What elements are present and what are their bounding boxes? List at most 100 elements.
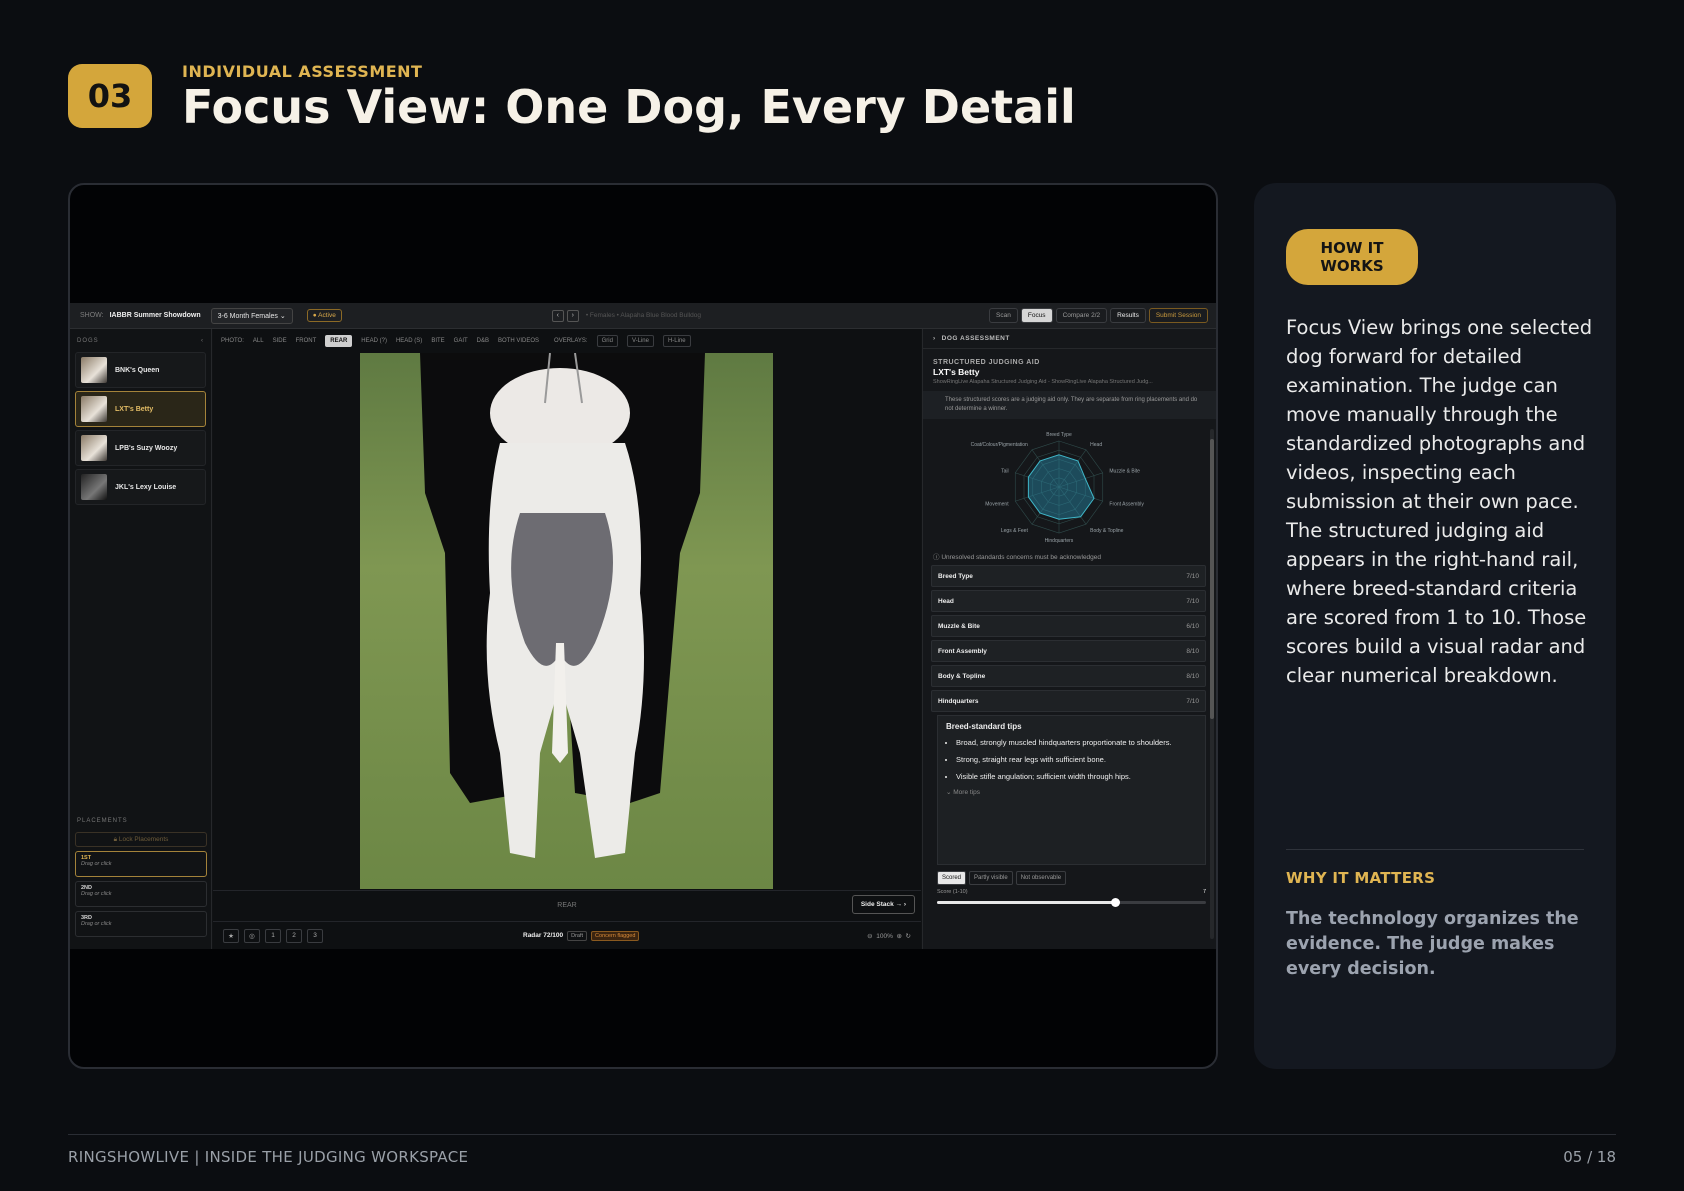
- radar-label: Muzzle & Bite: [1109, 469, 1140, 475]
- dog-item[interactable]: BNK's Queen: [75, 352, 206, 388]
- app-topbar: SHOW: IABBR Summer Showdown 3-6 Month Fe…: [70, 303, 1216, 329]
- lock-placements-button[interactable]: 🔒︎ Lock Placements: [75, 832, 207, 847]
- placement-slot-1st[interactable]: 1ST Drag or click: [75, 851, 207, 877]
- scrollbar-thumb[interactable]: [1210, 439, 1214, 719]
- tab-front[interactable]: FRONT: [296, 338, 317, 344]
- dog-name: BNK's Queen: [115, 366, 160, 374]
- rail-scrollbar[interactable]: [1210, 429, 1214, 939]
- zoom-in-icon[interactable]: ⊕: [896, 933, 901, 940]
- placement-slot-2nd[interactable]: 2ND Drag or click: [75, 881, 207, 907]
- overlay-hline[interactable]: H-Line: [662, 335, 691, 347]
- slide-title: Focus View: One Dog, Every Detail: [182, 80, 1076, 134]
- zoom-controls: ⊖ 100% ⊕ ↻: [867, 932, 911, 940]
- breadcrumb: • Females • Alapaha Blue Blood Bulldog: [585, 312, 701, 319]
- mode-compare[interactable]: Compare 2/2: [1055, 308, 1108, 323]
- criterion-name: Breed Type: [938, 572, 973, 580]
- option-not-observable[interactable]: Not observable: [1015, 871, 1067, 885]
- submit-session-button[interactable]: Submit Session: [1148, 308, 1208, 323]
- tab-rear[interactable]: REAR: [325, 335, 353, 347]
- unresolved-text: Unresolved standards concerns must be ac…: [941, 554, 1102, 561]
- dog-name: LPB's Suzy Woozy: [115, 444, 178, 452]
- lock-label: Lock Placements: [118, 836, 169, 843]
- radar-chart: Breed Type Head Muzzle & Bite Front Assembl…: [923, 419, 1216, 549]
- criterion-name: Body & Topline: [938, 672, 986, 680]
- screenshot-frame: SHOW: IABBR Summer Showdown 3-6 Month Fe…: [68, 183, 1218, 1069]
- criterion-muzzle-bite[interactable]: Muzzle & Bite 6/10: [931, 615, 1206, 637]
- tip-item: Broad, strongly muscled hindquarters pro…: [956, 737, 1197, 748]
- section-number-badge: 03: [68, 64, 152, 128]
- info-icon: ⓘ: [933, 554, 940, 561]
- criterion-hindquarters[interactable]: Hindquarters 7/10: [931, 690, 1206, 712]
- class-select[interactable]: 3-6 Month Females ⌄: [210, 307, 293, 324]
- side-stack-button[interactable]: Side Stack → ›: [851, 895, 915, 914]
- how-it-works-badge: HOW IT WORKS: [1286, 229, 1418, 285]
- score-value: 7: [1202, 889, 1206, 895]
- mode-scan[interactable]: Scan: [989, 308, 1018, 323]
- tips-title: Breed-standard tips: [946, 722, 1022, 731]
- tab-bite[interactable]: BITE: [431, 338, 444, 344]
- mode-focus[interactable]: Focus: [1020, 308, 1053, 323]
- score-label: Score (1-10): [937, 889, 968, 895]
- chevron-right-icon[interactable]: ›: [933, 335, 936, 342]
- draft-badge: Draft: [567, 930, 588, 941]
- criterion-breed-type[interactable]: Breed Type 7/10: [931, 565, 1206, 587]
- slider-handle[interactable]: [1110, 898, 1120, 907]
- tab-head-2[interactable]: HEAD (S): [396, 338, 422, 344]
- criterion-body-topline[interactable]: Body & Topline 8/10: [931, 665, 1206, 687]
- quick-place-1-button[interactable]: 1: [265, 928, 281, 943]
- criterion-front-assembly[interactable]: Front Assembly 8/10: [931, 640, 1206, 662]
- dog-rear-photo[interactable]: [360, 353, 773, 889]
- criterion-name: Head: [938, 597, 954, 605]
- explanation-panel: HOW IT WORKS Focus View brings one selec…: [1254, 183, 1616, 1069]
- tab-side[interactable]: SIDE: [273, 338, 287, 344]
- radar-score-polygon: [1027, 454, 1095, 520]
- radar-score: Radar 72/100: [523, 932, 564, 939]
- section-eyebrow: INDIVIDUAL ASSESSMENT: [182, 62, 423, 81]
- dog-item[interactable]: LPB's Suzy Woozy: [75, 430, 206, 466]
- lock-icon: 🔒︎: [113, 836, 118, 843]
- star-icon[interactable]: ★: [223, 928, 239, 943]
- tab-all[interactable]: ALL: [253, 338, 264, 344]
- rail-header: › DOG ASSESSMENT: [923, 329, 1216, 349]
- zoom-level: 100%: [876, 932, 893, 940]
- tab-db[interactable]: D&B: [477, 338, 489, 344]
- viewer-bottombar: ★ ◎ 1 2 3 Radar 72/100 Draft Concern fla…: [213, 921, 921, 949]
- tab-gait[interactable]: GAIT: [454, 338, 468, 344]
- dog-item[interactable]: JKL's Lexy Louise: [75, 469, 206, 505]
- quick-place-3-button[interactable]: 3: [307, 928, 323, 943]
- quick-place-2-button[interactable]: 2: [286, 928, 302, 943]
- panel-divider: [1286, 849, 1584, 850]
- more-tips-toggle[interactable]: ⌄ More tips: [946, 788, 1197, 796]
- placements-panel: PLACEMENTS 🔒︎ Lock Placements 1ST Drag or…: [70, 809, 212, 941]
- results-button[interactable]: Results: [1110, 308, 1146, 323]
- photo-caption: REAR: [213, 890, 921, 920]
- concern-badge: Concern flagged: [591, 930, 640, 941]
- overlay-label: OVERLAYS:: [554, 338, 588, 344]
- how-it-works-body: Focus View brings one selected dog forwa…: [1286, 316, 1593, 687]
- check-circle-icon[interactable]: ◎: [244, 928, 260, 943]
- overlay-grid[interactable]: Grid: [596, 335, 618, 347]
- radar-label: Legs & Feet: [1001, 528, 1029, 534]
- criterion-head[interactable]: Head 7/10: [931, 590, 1206, 612]
- dog-item-selected[interactable]: LXT's Betty: [75, 391, 206, 427]
- placement-slot-3rd[interactable]: 3RD Drag or click: [75, 911, 207, 937]
- zoom-out-icon[interactable]: ⊖: [867, 933, 872, 940]
- criterion-score: 7/10: [1186, 697, 1199, 705]
- option-partly-visible[interactable]: Partly visible: [969, 871, 1013, 885]
- next-class-button[interactable]: ›: [566, 309, 579, 322]
- score-slider[interactable]: Score (1-10) 7: [937, 889, 1206, 909]
- radar-label: Movement: [985, 501, 1009, 507]
- page-number: 05 / 18: [1563, 1148, 1616, 1166]
- prev-class-button[interactable]: ‹: [551, 309, 564, 322]
- rail-dog-name: LXT's Betty: [933, 367, 980, 377]
- option-scored[interactable]: Scored: [937, 871, 967, 885]
- chevron-down-icon: ⌄: [279, 312, 286, 320]
- collapse-icon[interactable]: ‹: [201, 338, 204, 344]
- tab-both-videos[interactable]: BOTH VIDEOS: [498, 338, 539, 344]
- slider-fill: [937, 901, 1115, 904]
- reset-icon[interactable]: ↻: [906, 933, 911, 940]
- tab-head-1[interactable]: HEAD (?): [361, 338, 387, 344]
- criterion-name: Muzzle & Bite: [938, 622, 980, 630]
- overlay-vline[interactable]: V-Line: [626, 335, 654, 347]
- more-tips-label: More tips: [953, 789, 980, 796]
